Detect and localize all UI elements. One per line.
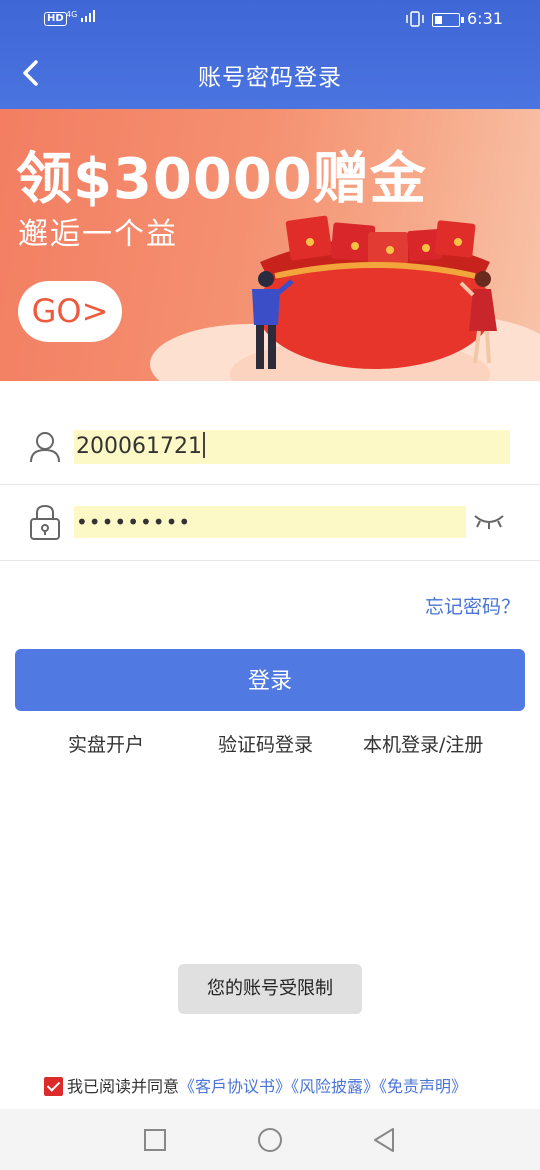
banner-go-button[interactable]: GO> [18,281,122,342]
banner-subtitle: 邂逅一个益 [18,217,178,252]
login-button[interactable]: 登录 [15,649,525,711]
toast-message: 您的账号受限制 [178,964,362,1014]
client-agreement-link[interactable]: 《客戶协议书》 [179,1077,291,1096]
risk-disclosure-link[interactable]: 《风险披露》 [291,1077,379,1096]
disclaimer-link[interactable]: 《免责声明》 [379,1077,467,1096]
device-login-link[interactable]: 本机登录/注册 [363,730,483,757]
open-account-link[interactable]: 实盘开户 [68,730,144,757]
status-bar: HD 4G 6:31 [0,0,540,40]
agreement-row: 我已阅读并同意《客戶协议书》《风险披露》《免责声明》 [44,1073,467,1097]
account-value: 200061721 [76,434,202,459]
woman-figure-illustration [459,271,497,364]
user-icon [30,432,60,463]
promo-banner[interactable]: 领$30000赠金 邂逅一个益 GO> [0,109,540,381]
divider [0,560,540,561]
divider [0,484,540,485]
hd-badge: HD [44,12,67,26]
battery-icon [432,13,464,27]
clock: 6:31 [467,9,503,28]
forgot-password-link[interactable]: 忘记密码？ [360,592,520,619]
agreement-checkbox[interactable] [44,1077,63,1096]
sms-login-link[interactable]: 验证码登录 [218,730,313,757]
account-input[interactable]: 200061721 [74,430,510,464]
text-cursor [202,432,205,458]
back-triangle-icon[interactable] [372,1127,396,1153]
system-nav-bar [0,1109,540,1170]
agreement-prefix: 我已阅读并同意 [67,1077,180,1096]
lock-icon [30,504,60,540]
signal-bars-icon [80,10,95,22]
banner-title: 领$30000赠金 [16,147,427,212]
page-title: 账号密码登录 [198,65,342,91]
man-figure-illustration [252,271,294,369]
vibrate-icon [406,11,424,27]
recents-square-icon[interactable] [143,1128,167,1152]
home-circle-icon[interactable] [257,1127,283,1153]
signal-icon: 4G [66,10,97,24]
eye-closed-icon[interactable] [472,510,506,532]
password-input[interactable]: ••••••••• [74,506,466,538]
